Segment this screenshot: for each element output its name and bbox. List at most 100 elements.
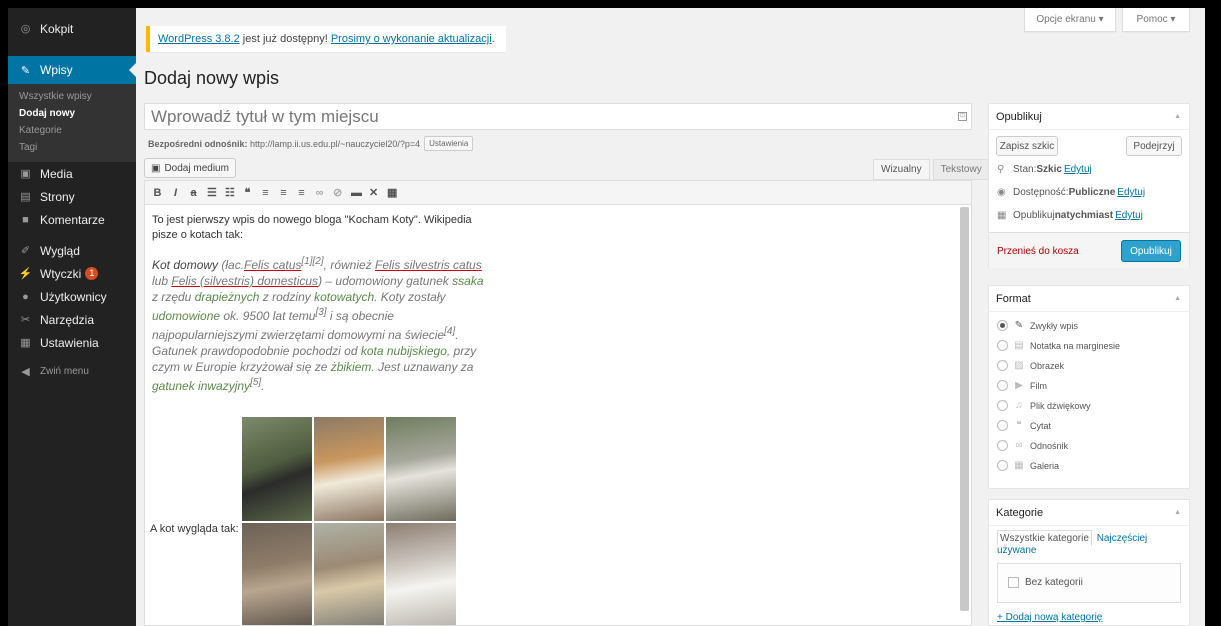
sidebar-item-appearance[interactable]: ✐ Wygląd	[8, 239, 136, 262]
sidebar-item-users[interactable]: ● Użytkownicy	[8, 285, 136, 308]
submenu-categories[interactable]: Kategorie	[8, 122, 136, 139]
toggle-arrow-icon[interactable]: ▲	[1174, 113, 1181, 120]
align-left-icon[interactable]: ≡	[261, 187, 270, 199]
brush-icon: ✐	[20, 245, 31, 257]
toggle-arrow-icon[interactable]: ▲	[1174, 509, 1181, 516]
align-center-icon[interactable]: ≡	[279, 187, 288, 199]
strikethrough-icon[interactable]: a	[189, 187, 198, 199]
format-option-aside[interactable]: ▤ Notatka na marginesie	[997, 340, 1120, 351]
tab-text[interactable]: Tekstowy	[932, 159, 990, 180]
more-tag-icon[interactable]: ▬	[351, 187, 362, 199]
format-option-gallery[interactable]: ▦ Galeria	[997, 460, 1059, 471]
publish-box: Opublikuj ▲ Zapisz szkic Podejrzyj ⚲ Stan:…	[988, 103, 1190, 268]
collapse-menu-button[interactable]: ◀ Zwiń menu	[8, 360, 136, 383]
category-list: Bez kategorii	[997, 563, 1181, 603]
link-icon[interactable]: ∞	[315, 187, 324, 199]
cats-photo-collage[interactable]	[242, 417, 456, 625]
sidebar-item-pages[interactable]: ▤ Strony	[8, 185, 136, 208]
publish-button[interactable]: Opublikuj	[1121, 240, 1181, 262]
edit-schedule-link[interactable]: Edytuj	[1115, 210, 1143, 221]
toggle-arrow-icon[interactable]: ▲	[1174, 295, 1181, 302]
sidebar-item-tools[interactable]: ✂ Narzędzia	[8, 308, 136, 331]
numbered-list-icon[interactable]: ☷	[225, 186, 235, 199]
user-icon: ●	[22, 290, 29, 303]
eye-icon: ◉	[997, 187, 1006, 198]
sidebar-item-settings[interactable]: ▦ Ustawienia	[8, 331, 136, 354]
bullet-list-icon[interactable]: ☰	[207, 186, 217, 199]
help-button[interactable]: Pomoc ▾	[1122, 8, 1190, 32]
wrench-icon: ✂	[20, 314, 31, 326]
submenu-add-new[interactable]: Dodaj nowy	[8, 105, 136, 122]
format-option-audio[interactable]: ♫ Plik dźwiękowy	[997, 400, 1091, 411]
permalink-settings-button[interactable]: Ustawienia	[424, 136, 474, 151]
visibility-row: ◉ Dostępność: Publiczne Edytuj	[997, 187, 1146, 198]
update-notice: WordPress 3.8.2 jest już dostępny! Prosi…	[146, 26, 506, 52]
collapse-icon: ◀	[21, 366, 30, 378]
post-title-input[interactable]: Wprowadź tytuł w tym miejscu ⊡	[144, 103, 972, 130]
format-option-video[interactable]: ▶ Film	[997, 380, 1047, 391]
submenu-tags[interactable]: Tagi	[8, 139, 136, 156]
expand-icon[interactable]: ⊡	[958, 112, 967, 121]
link-icon: ∞	[1015, 440, 1023, 451]
cat-photo-1	[242, 417, 312, 521]
sidebar-item-dashboard[interactable]: ◎ Kokpit	[8, 17, 136, 40]
kitchen-sink-icon[interactable]: ▦	[387, 186, 397, 199]
media-icon: ▣	[151, 162, 161, 174]
update-count-badge: 1	[85, 267, 99, 280]
categories-box-header[interactable]: Kategorie ▲	[989, 500, 1189, 526]
intro-paragraph: To jest pierwszy wpis do nowego bloga "K…	[152, 214, 472, 241]
page-icon: ▤	[20, 191, 31, 203]
preview-button[interactable]: Podejrzyj	[1126, 136, 1182, 156]
save-draft-button[interactable]: Zapisz szkic	[996, 136, 1058, 156]
category-item[interactable]: Bez kategorii	[1008, 577, 1083, 588]
wp-version-link[interactable]: WordPress 3.8.2	[158, 33, 240, 45]
wikipedia-quote: Kot domowy (łac.Felis catus[1][2], równi…	[152, 256, 484, 393]
submenu-all-posts[interactable]: Wszystkie wpisy	[8, 88, 136, 105]
pin-icon: ✎	[1014, 320, 1024, 331]
screen-options-button[interactable]: Opcje ekranu ▾	[1024, 8, 1116, 32]
blockquote-icon[interactable]: ❝	[243, 186, 252, 199]
editor-scrollbar[interactable]	[960, 207, 969, 611]
audio-icon: ♫	[1015, 400, 1023, 411]
sidebar-item-comments[interactable]: ■ Komentarze	[8, 208, 136, 231]
edit-status-link[interactable]: Edytuj	[1064, 164, 1092, 175]
cat-photo-2	[314, 417, 384, 521]
plug-icon: ⚡	[18, 268, 33, 280]
move-to-trash-link[interactable]: Przenieś do kosza	[997, 246, 1079, 257]
sidebar-item-media[interactable]: ▣ Media	[8, 162, 136, 185]
status-row: ⚲ Stan: Szkic Edytuj	[997, 164, 1092, 175]
image-icon: ▨	[1014, 360, 1024, 371]
format-option-standard[interactable]: ✎ Zwykły wpis	[997, 320, 1078, 331]
comment-icon: ■	[22, 213, 29, 226]
aside-icon: ▤	[1014, 340, 1024, 351]
pin-icon: ⚲	[997, 164, 1005, 175]
pin-icon: ✎	[20, 64, 31, 77]
publish-box-header[interactable]: Opublikuj ▲	[989, 104, 1189, 130]
bold-icon[interactable]: B	[153, 187, 162, 199]
cat-photo-6	[386, 523, 456, 625]
editor-body[interactable]: To jest pierwszy wpis do nowego bloga "K…	[144, 204, 972, 626]
format-option-image[interactable]: ▨ Obrazek	[997, 360, 1064, 371]
tab-visual[interactable]: Wizualny	[873, 159, 930, 180]
format-option-link[interactable]: ∞ Odnośnik	[997, 440, 1068, 451]
radio-selected[interactable]	[997, 320, 1008, 331]
format-box-header[interactable]: Format ▲	[989, 286, 1189, 312]
sidebar-item-posts[interactable]: ✎ Wpisy	[8, 56, 136, 84]
format-option-quote[interactable]: ❝ Cytat	[997, 420, 1051, 431]
fullscreen-icon[interactable]: ✕	[369, 186, 378, 199]
tab-all-categories[interactable]: Wszystkie kategorie	[997, 530, 1092, 546]
checkbox[interactable]	[1008, 577, 1019, 588]
update-link[interactable]: Prosimy o wykonanie aktualizacji	[331, 33, 492, 45]
italic-icon[interactable]: I	[171, 187, 180, 199]
edit-visibility-link[interactable]: Edytuj	[1117, 187, 1145, 198]
cat-photo-5	[314, 523, 384, 625]
add-new-category-link[interactable]: + Dodaj nową kategorię	[997, 612, 1102, 623]
unlink-icon[interactable]: ⊘	[333, 186, 342, 199]
calendar-icon: ▦	[997, 210, 1007, 221]
cat-photo-4	[242, 523, 312, 625]
dashboard-icon: ◎	[20, 23, 31, 35]
video-icon: ▶	[1015, 380, 1023, 391]
add-media-button[interactable]: ▣ Dodaj medium	[144, 158, 236, 178]
align-right-icon[interactable]: ≡	[297, 187, 306, 199]
sidebar-item-plugins[interactable]: ⚡ Wtyczki 1	[8, 262, 136, 285]
